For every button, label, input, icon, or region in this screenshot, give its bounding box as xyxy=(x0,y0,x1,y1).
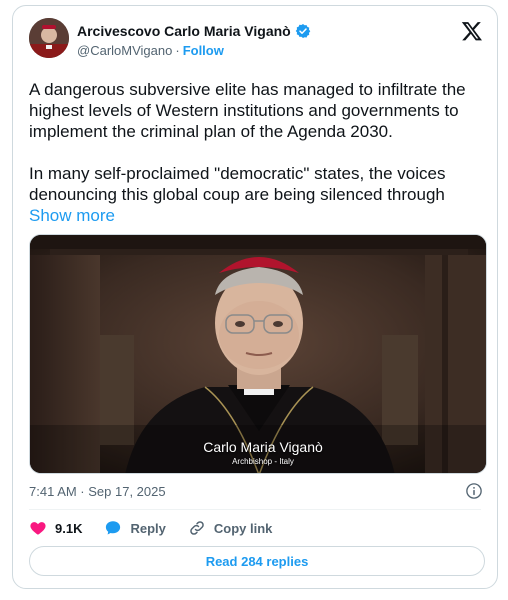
post-paragraph: A dangerous subversive elite has managed… xyxy=(29,80,466,141)
post-paragraph-text: In many self-proclaimed "democratic" sta… xyxy=(29,164,446,204)
post-text: A dangerous subversive elite has managed… xyxy=(29,79,489,226)
reply-icon xyxy=(106,521,121,535)
verified-badge-icon xyxy=(295,23,311,39)
video-caption-role: Archbishop - Italy xyxy=(232,457,294,466)
follow-button[interactable]: Follow xyxy=(183,43,224,58)
video-caption-name: Carlo Maria Viganò xyxy=(203,439,323,455)
heart-icon xyxy=(30,522,46,535)
avatar[interactable] xyxy=(29,18,69,58)
video-media[interactable]: Carlo Maria Viganò Archbishop - Italy xyxy=(29,234,487,474)
author-name[interactable]: Arcivescovo Carlo Maria Viganò xyxy=(77,23,291,39)
read-replies-button[interactable]: Read 284 replies xyxy=(29,546,485,576)
post-card: Arcivescovo Carlo Maria Viganò @CarloMVi… xyxy=(12,5,498,589)
copy-link-button[interactable]: Copy link xyxy=(188,519,273,537)
post-timestamp[interactable]: 7:41 AM · Sep 17, 2025 xyxy=(29,484,166,499)
post-paragraph: In many self-proclaimed "democratic" sta… xyxy=(29,163,489,226)
info-icon[interactable] xyxy=(465,482,483,500)
copy-link-label: Copy link xyxy=(213,520,273,536)
reply-label: Reply xyxy=(130,520,166,536)
like-count: 9.1K xyxy=(55,520,83,536)
divider xyxy=(29,509,481,510)
author-handle[interactable]: @CarloMVigano xyxy=(77,43,172,58)
like-button[interactable]: 9.1K xyxy=(29,519,82,537)
show-more-link[interactable]: Show more xyxy=(29,206,115,225)
reply-button[interactable]: Reply xyxy=(104,519,166,537)
x-logo-icon[interactable] xyxy=(461,20,483,42)
link-icon xyxy=(190,521,204,535)
separator: · xyxy=(175,43,180,58)
action-bar: 9.1K Reply Copy link xyxy=(29,519,294,537)
